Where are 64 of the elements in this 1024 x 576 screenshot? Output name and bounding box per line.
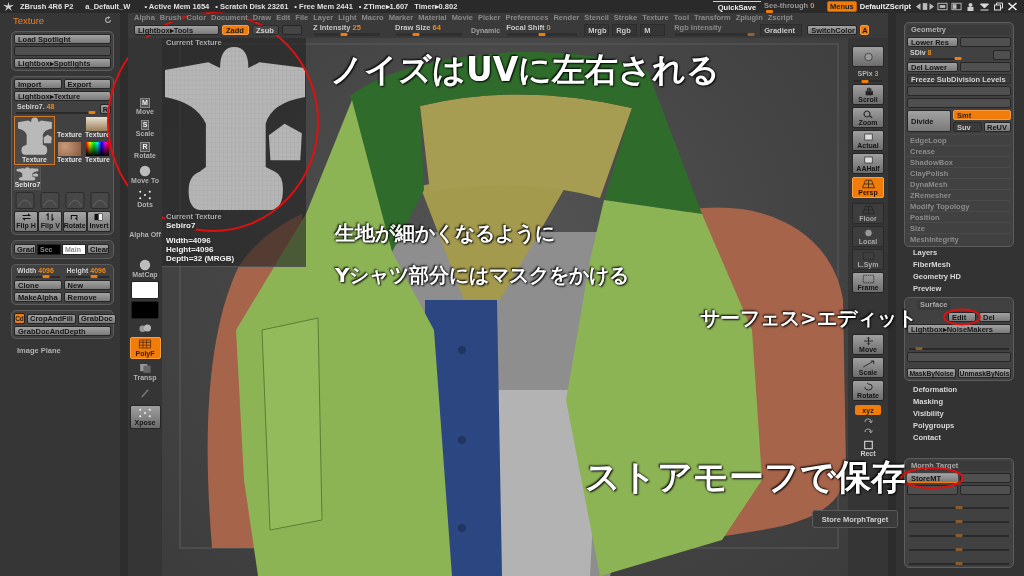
dots-icon [137,189,153,201]
slider-thumb[interactable] [955,534,963,537]
close-icon[interactable] [1007,2,1018,11]
grid-icon [137,338,153,350]
annotation-text: 生地が細かくなるように [335,222,555,244]
color-swatch[interactable] [131,281,159,299]
slider-thumb[interactable] [861,80,869,83]
restore-icon[interactable] [993,2,1004,11]
person-icon[interactable] [965,2,976,11]
uv-map-icon [16,167,39,181]
slider-thumb[interactable] [765,9,773,13]
slider-thumb[interactable] [955,548,963,551]
shirt-button [458,436,466,444]
slider-thumb[interactable] [915,347,923,350]
sphere-icon [137,259,153,271]
refresh-icon[interactable] [104,16,112,24]
uv-map-icon [16,117,53,156]
slider-thumb[interactable] [412,33,420,36]
color-spectrum-icon [86,142,109,156]
scale-icon [860,358,876,369]
dots-icon [137,407,153,419]
app-logo-icon[interactable] [3,2,14,11]
slider-thumb[interactable] [954,57,961,60]
rotate-icon [69,213,81,221]
rotate-icon[interactable] [863,417,873,425]
layout-icon[interactable] [951,2,962,11]
slider-thumb[interactable] [955,520,963,523]
noise-texture-icon [58,142,81,156]
curve-icon [40,192,60,209]
slider-thumb[interactable] [538,33,546,36]
texture-detail: Height=4096 [165,245,215,254]
minimize-icon[interactable] [979,2,990,11]
color-swatch[interactable] [131,301,159,319]
photo-placeholder [86,117,109,131]
shirt-button [458,346,466,354]
cube-icon [137,362,153,374]
frame-icon [860,273,876,284]
grid-icon [860,178,876,189]
palette-title[interactable]: Texture [13,14,45,26]
texture-name: Sebiro7 [165,221,197,230]
shelf-button[interactable] [852,46,884,67]
flip-arrows-icon [44,213,56,221]
tray-arrows-icon[interactable] [916,2,934,11]
grid-icon [860,204,876,215]
slider-thumb[interactable] [90,275,98,278]
layout-icon[interactable] [937,2,948,11]
curve-icon [90,192,110,209]
slider-thumb[interactable] [42,275,50,278]
spheres-icon [137,322,153,334]
slider-thumb[interactable] [88,111,96,114]
slider-thumb[interactable] [955,562,963,565]
shirt-button [458,524,466,532]
curve-icon [15,192,35,209]
invert-icon [93,213,105,221]
texture-detail: Width=4096 [165,236,212,245]
texture-detail: Depth=32 (MRGB) [165,254,236,263]
highlight-ring [943,308,981,326]
flip-arrows-icon [20,213,32,221]
annotation-text: ノイズはUVに左右される [330,52,721,89]
sphere-icon [137,165,153,177]
curve-icon [65,192,85,209]
rotate-icon[interactable] [863,427,873,435]
slider-thumb[interactable] [340,33,348,36]
slider-thumb[interactable] [955,506,963,509]
